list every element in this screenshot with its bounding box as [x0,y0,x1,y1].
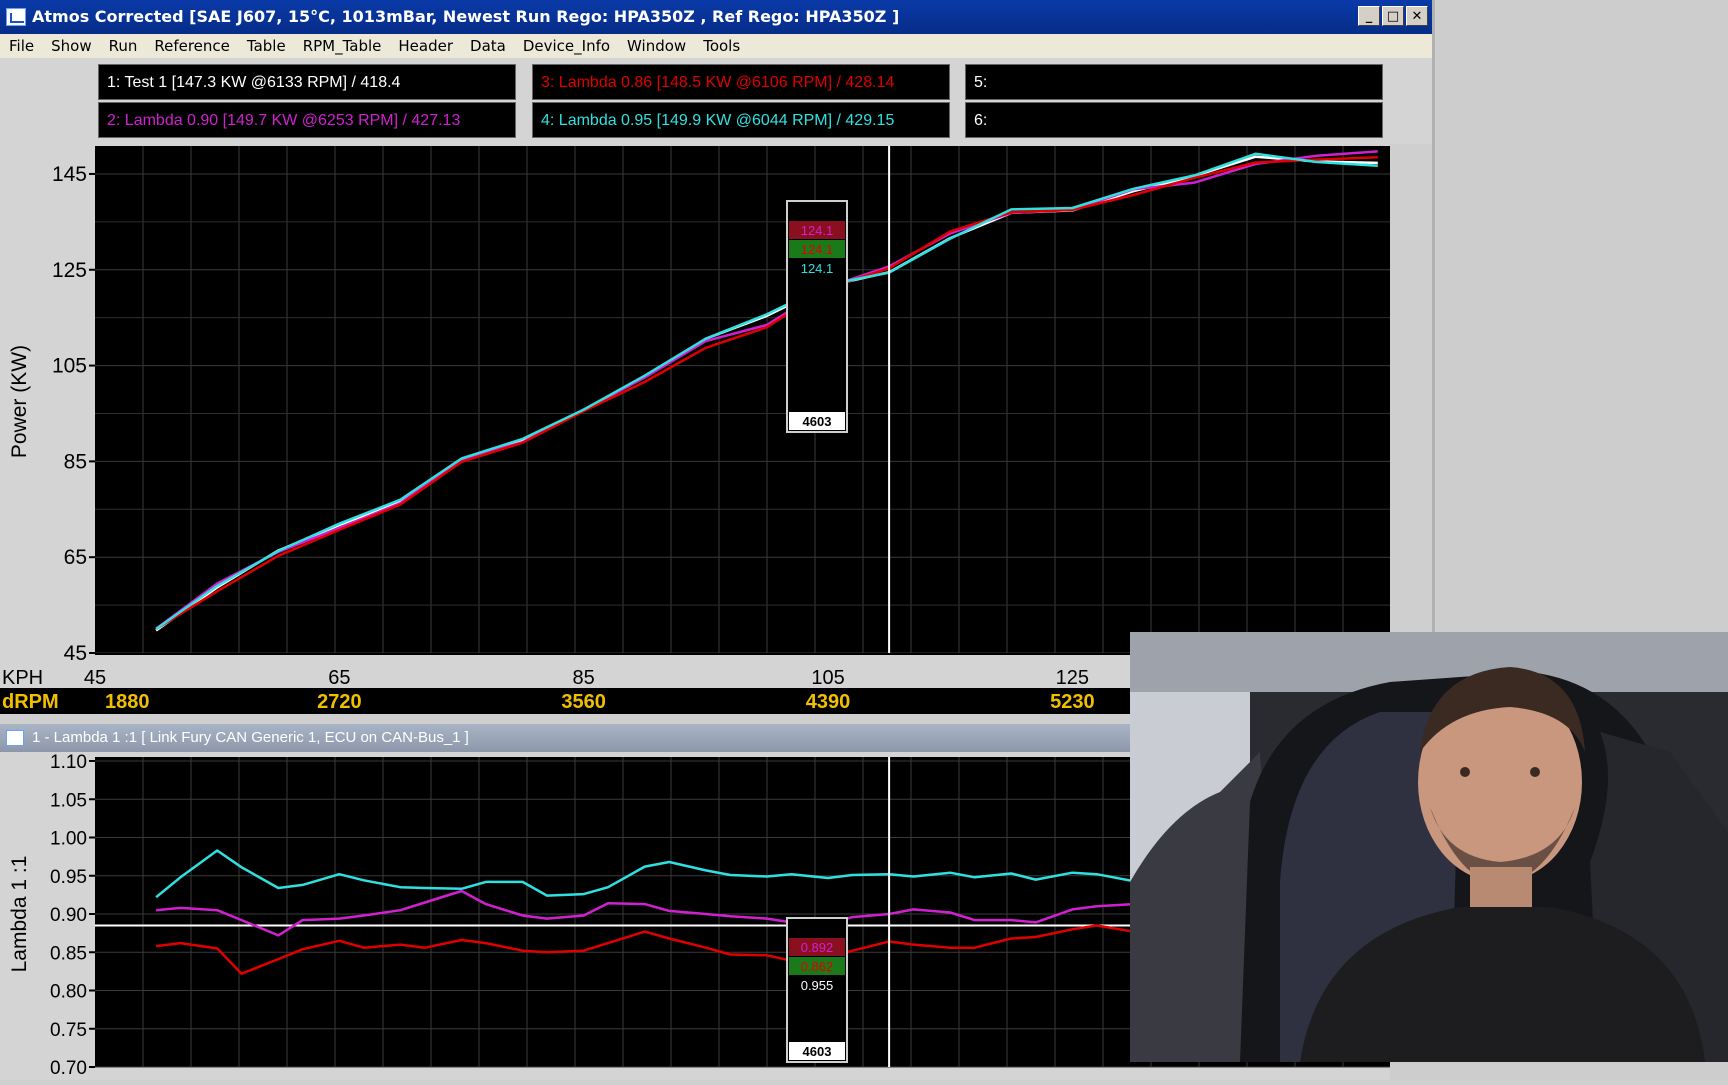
kph-tick-label: 45 [84,667,106,688]
legend-run-1-text: 1: Test 1 [147.3 KW @6133 RPM] / 418.4 [107,74,401,91]
drpm-value: 3560 [561,691,606,713]
y-tick-label: 85 [64,450,87,473]
readout-rpm: 4603 [803,414,832,429]
y-axis-label: Power (KW) [8,345,31,458]
readout-value: 124.1 [801,261,834,276]
webcam-overlay [1130,632,1728,1062]
legend-run-2[interactable]: 2: Lambda 0.90 [149.7 KW @6253 RPM] / 42… [98,102,516,138]
drpm-label: dRPM [2,691,59,713]
menu-file[interactable]: File [0,37,42,55]
close-button[interactable]: ✕ [1406,6,1428,26]
kph-tick-label: 105 [811,667,844,688]
cursor-readout: 124.1 124.1 124.1 4603 [786,200,848,433]
kph-tick-label: 65 [328,667,350,688]
desktop-background [1432,0,1728,632]
menu-header[interactable]: Header [389,37,461,55]
legend-run-1[interactable]: 1: Test 1 [147.3 KW @6133 RPM] / 418.4 [98,64,516,100]
run-legend: 1: Test 1 [147.3 KW @6133 RPM] / 418.4 3… [0,58,1432,144]
y-tick-label: 0.75 [50,1020,87,1041]
person-video-icon [1130,632,1728,1062]
readout-value: 0.862 [801,959,834,974]
y-tick-label: 1.05 [50,790,87,811]
menu-rpm-table[interactable]: RPM_Table [294,37,390,55]
lambda-subwindow-title: 1 - Lambda 1 :1 [ Link Fury CAN Generic … [32,729,469,746]
y-tick-label: 0.80 [50,982,87,1003]
window-title: Atmos Corrected [SAE J607, 15°C, 1013mBa… [32,7,900,26]
kph-axis: KPH 45 65 85 105 125 [2,667,1089,689]
legend-run-4[interactable]: 4: Lambda 0.95 [149.9 KW @6044 RPM] / 42… [532,102,950,138]
legend-run-3-text: 3: Lambda 0.86 [148.5 KW @6106 RPM] / 42… [541,74,895,91]
drpm-axis: dRPM 1880 2720 3560 4390 5230 [2,691,1095,713]
kph-label: KPH [2,667,43,688]
legend-run-5[interactable]: 5: [965,64,1383,100]
y-tick-label: 65 [64,546,87,569]
drpm-value: 1880 [105,691,150,713]
readout-value: 0.892 [801,940,834,955]
menu-run[interactable]: Run [100,37,146,55]
y-tick-label: 145 [52,163,87,186]
drpm-value: 4390 [806,691,851,713]
drpm-value: 2720 [317,691,362,713]
legend-run-4-text: 4: Lambda 0.95 [149.9 KW @6044 RPM] / 42… [541,112,895,129]
readout-value: 124.1 [801,223,834,238]
kph-tick-label: 125 [1056,667,1089,688]
y-tick-label: 0.85 [50,943,87,964]
menu-tools[interactable]: Tools [694,37,748,55]
menu-device-info[interactable]: Device_Info [514,37,618,55]
readout-value: 124.1 [801,242,834,257]
power-chart[interactable]: 145125105856545Power (KW)124.1124.1124.1… [0,144,1390,665]
menu-reference[interactable]: Reference [145,37,238,55]
y-axis-label: Lambda 1 :1 [8,856,31,973]
y-tick-label: 45 [64,642,87,662]
legend-run-2-text: 2: Lambda 0.90 [149.7 KW @6253 RPM] / 42… [107,112,461,129]
y-tick-label: 105 [52,355,87,378]
y-tick-label: 0.95 [50,867,87,888]
minimize-button[interactable]: _ [1358,6,1380,26]
menu-data[interactable]: Data [461,37,514,55]
menu-table[interactable]: Table [238,37,294,55]
window-titlebar[interactable]: Atmos Corrected [SAE J607, 15°C, 1013mBa… [0,0,1432,34]
menu-bar: File Show Run Reference Table RPM_Table … [0,34,1432,58]
lambda-subwindow-titlebar[interactable]: 1 - Lambda 1 :1 [ Link Fury CAN Generic … [0,724,1130,752]
drpm-value: 5230 [1050,691,1095,713]
maximize-button[interactable]: □ [1382,6,1404,26]
menu-show[interactable]: Show [42,37,99,55]
legend-run-6-text: 6: [974,112,988,129]
cursor-readout: 0.892 0.862 0.955 4603 [786,917,848,1063]
window-right-border [1432,0,1435,632]
readout-value: 0.955 [801,978,834,993]
y-tick-label: 1.00 [50,829,87,850]
kph-axis-strip: KPH 45 65 85 105 125 [0,662,1130,689]
legend-run-3[interactable]: 3: Lambda 0.86 [148.5 KW @6106 RPM] / 42… [532,64,950,100]
desktop-strip [1390,1062,1728,1080]
y-tick-label: 125 [52,259,87,282]
drpm-strip: dRPM 1880 2720 3560 4390 5230 [0,688,1130,714]
subwindow-chart-icon [6,730,24,746]
readout-rpm: 4603 [803,1044,832,1059]
window-controls: _ □ ✕ [1358,6,1428,26]
y-tick-label: 0.70 [50,1058,87,1079]
y-tick-label: 0.90 [50,905,87,926]
power-chart-panel: 145 125 105 85 65 45 Power (KW) 124.1 124.1 124.1… [0,144,1390,665]
legend-run-6[interactable]: 6: [965,102,1383,138]
legend-run-5-text: 5: [974,74,988,91]
y-tick-label: 1.10 [50,752,87,773]
app-chart-icon [6,8,26,26]
menu-window[interactable]: Window [618,37,694,55]
kph-tick-label: 85 [573,667,595,688]
